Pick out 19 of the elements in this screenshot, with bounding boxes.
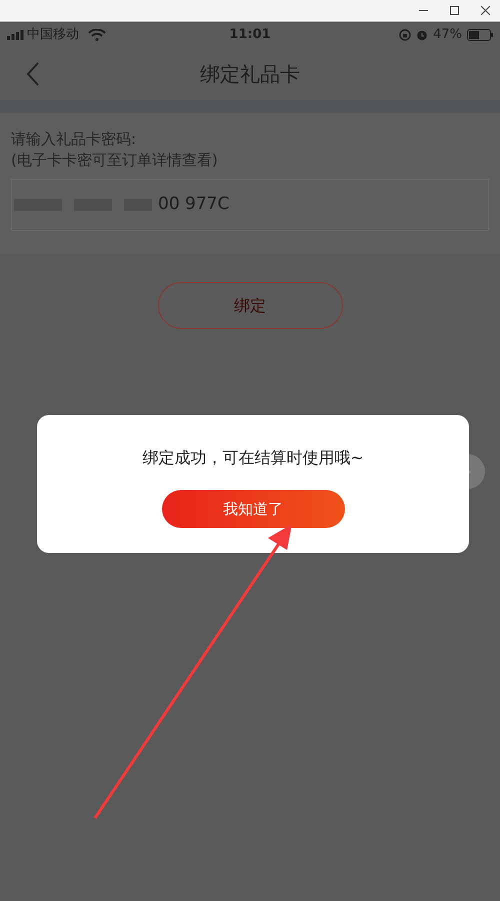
dialog-button[interactable]: 我知道了	[162, 490, 344, 528]
battery-icon	[467, 29, 493, 41]
carrier-name: 中国移动	[27, 26, 79, 44]
rotation-lock-icon	[399, 29, 412, 41]
signal-icon	[7, 30, 24, 40]
password-value: 00 977C	[158, 193, 230, 216]
bind-button[interactable]: 绑定	[158, 282, 342, 329]
password-hint: (电子卡卡密可至订单详情查看)	[11, 150, 219, 171]
battery-percent: 47%	[433, 26, 462, 44]
maximize-icon[interactable]	[450, 6, 459, 15]
alarm-icon	[416, 29, 428, 41]
password-field[interactable]: 00 977C	[11, 179, 489, 231]
password-label: 请输入礼品卡密码:	[11, 129, 138, 150]
minimize-icon[interactable]	[419, 10, 428, 12]
status-time: 11:01	[228, 26, 272, 44]
close-icon[interactable]	[481, 6, 490, 15]
page-title: 绑定礼品卡	[200, 61, 300, 88]
dialog-message: 绑定成功，可在结算时使用哦~	[142, 447, 364, 469]
wifi-icon	[88, 29, 106, 41]
